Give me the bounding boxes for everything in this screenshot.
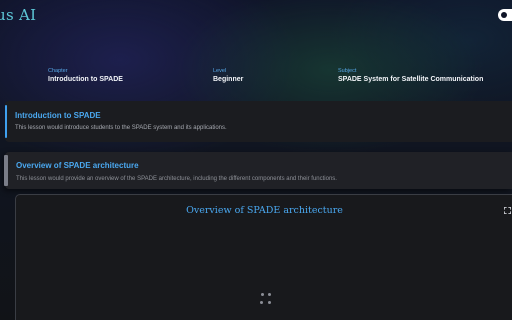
level-label: Level	[213, 68, 227, 74]
expand-icon[interactable]	[504, 207, 511, 214]
meta-chapter: Chapter Introduction to SPADE	[48, 68, 123, 83]
lesson-card-introduction[interactable]: Introduction to SPADE This lesson would …	[5, 101, 512, 142]
lesson-title: Overview of SPADE architecture	[16, 161, 139, 170]
level-value: Beginner	[213, 76, 244, 83]
lesson-accent-bar	[5, 105, 7, 138]
meta-level: Level Beginner	[213, 68, 243, 83]
brand-title: us AI	[0, 6, 37, 24]
subject-label: Subject	[338, 68, 357, 74]
lesson-description: This lesson would provide an overview of…	[16, 176, 337, 182]
meta-subject: Subject SPADE System for Satellite Commu…	[338, 68, 483, 83]
lesson-title: Introduction to SPADE	[15, 111, 101, 120]
viewer-title: Overview of SPADE architecture	[186, 205, 343, 216]
lesson-viewer-panel: Overview of SPADE architecture	[15, 194, 512, 320]
loading-spinner-icon	[260, 293, 276, 309]
lesson-description: This lesson would introduce students to …	[15, 125, 227, 131]
subject-value: SPADE System for Satellite Communication	[338, 76, 484, 83]
theme-toggle[interactable]	[498, 9, 512, 21]
theme-toggle-icon	[501, 12, 507, 18]
chapter-value: Introduction to SPADE	[48, 76, 123, 83]
chapter-label: Chapter	[48, 68, 68, 74]
lesson-accent-bar	[4, 155, 8, 186]
lesson-card-overview[interactable]: Overview of SPADE architecture This less…	[4, 152, 512, 189]
